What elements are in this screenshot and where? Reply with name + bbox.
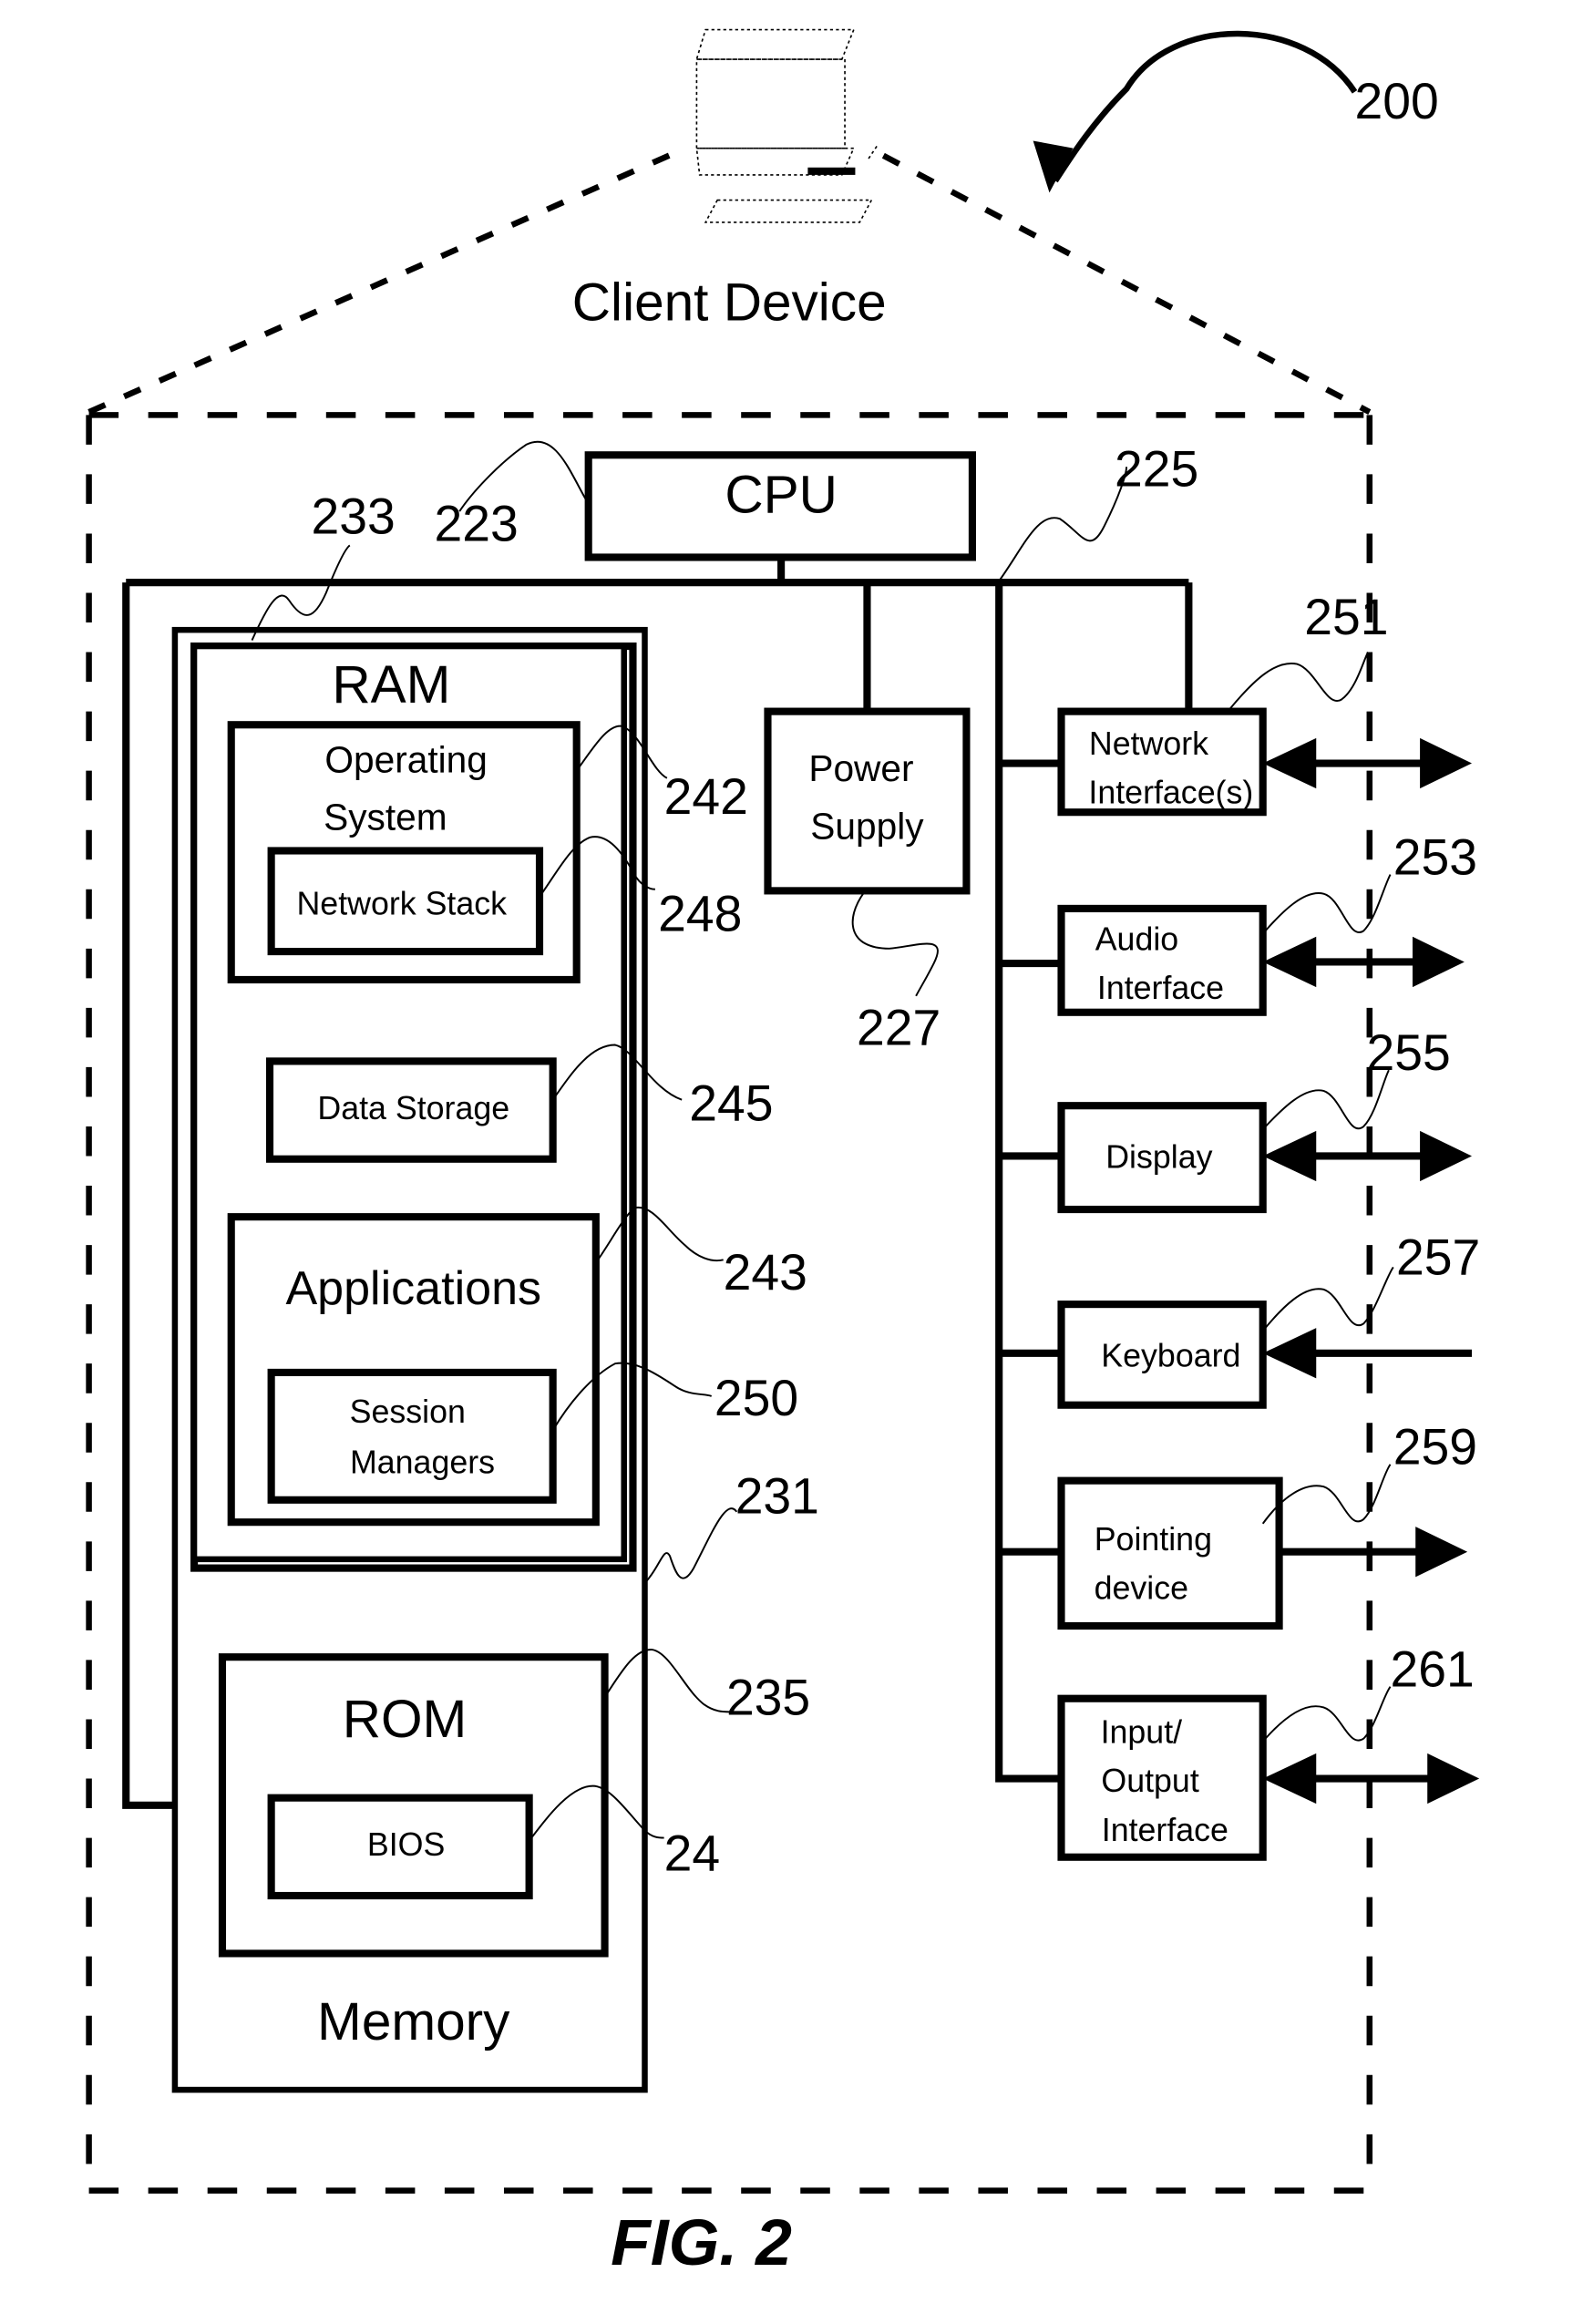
- leader-231: [643, 1507, 738, 1584]
- power-supply-block: Power Supply: [764, 707, 971, 895]
- os-label-line2: System: [324, 797, 447, 838]
- ref-233: 233: [312, 488, 396, 544]
- applications-label: Applications: [285, 1262, 541, 1315]
- client-device-diagram: 200 Client Device CPU 223 225 Memory 231…: [86, 28, 1480, 2279]
- ref-261: 261: [1391, 1641, 1475, 1698]
- os-label-line1: Operating: [324, 738, 487, 780]
- pointing-device-arrow: [1279, 1527, 1468, 1578]
- ref-253: 253: [1393, 829, 1477, 886]
- io-interface-block: Input/ Output Interface: [1057, 1694, 1267, 1861]
- power-supply-label-line2: Supply: [810, 805, 924, 847]
- leader-233: [251, 544, 351, 641]
- ref-245: 245: [689, 1075, 773, 1131]
- display-block: Display: [1057, 1102, 1267, 1214]
- io-interface-label-line3: Interface: [1102, 1812, 1228, 1848]
- network-interface-label-line1: Network: [1089, 725, 1208, 762]
- display-label: Display: [1105, 1139, 1212, 1176]
- ref-251: 251: [1304, 589, 1388, 645]
- cpu-label: CPU: [725, 466, 838, 525]
- rom-label: ROM: [343, 1690, 468, 1749]
- figure-caption: FIG. 2: [611, 2206, 792, 2279]
- audio-interface-block: Audio Interface: [1057, 904, 1267, 1016]
- pointing-device-label-line1: Pointing: [1095, 1521, 1212, 1558]
- pointing-device-block: Pointing device: [1057, 1476, 1283, 1630]
- ref-248: 248: [658, 885, 742, 941]
- network-stack-block: Network Stack: [267, 847, 544, 956]
- figure-ref-200: 200: [1355, 73, 1439, 129]
- power-supply-label-line1: Power: [808, 747, 913, 789]
- ref-231: 231: [735, 1467, 819, 1524]
- ref-225: 225: [1115, 440, 1198, 497]
- bios-block: BIOS: [267, 1794, 533, 1900]
- cpu-block: CPU: [584, 451, 976, 561]
- client-device-title: Client Device: [572, 273, 887, 332]
- keyboard-block: Keyboard: [1057, 1301, 1267, 1409]
- io-interface-label-line2: Output: [1101, 1763, 1198, 1799]
- bios-label: BIOS: [367, 1826, 445, 1863]
- ram-label: RAM: [332, 655, 450, 715]
- session-managers-block: Session Managers: [267, 1368, 557, 1504]
- ref-24: 24: [664, 1825, 721, 1881]
- io-interface-label-line1: Input/: [1101, 1714, 1183, 1751]
- keyboard-label: Keyboard: [1101, 1337, 1240, 1373]
- reference-arrow-200: [1033, 30, 1358, 193]
- audio-interface-label-line1: Audio: [1095, 920, 1178, 957]
- leader-225: [998, 467, 1128, 582]
- network-interface-block: Network Interface(s): [1057, 707, 1267, 817]
- session-managers-label-line1: Session: [350, 1393, 466, 1430]
- audio-interface-arrow: [1262, 936, 1465, 988]
- ref-243: 243: [724, 1244, 807, 1301]
- network-stack-label: Network Stack: [296, 885, 507, 921]
- ref-227: 227: [857, 1000, 941, 1056]
- ref-255: 255: [1367, 1024, 1451, 1081]
- memory-label: Memory: [317, 1992, 510, 2051]
- audio-interface-label-line2: Interface: [1097, 970, 1224, 1006]
- data-storage-label: Data Storage: [317, 1090, 509, 1126]
- pointing-device-label-line2: device: [1095, 1570, 1188, 1607]
- computer-icon: [695, 28, 879, 223]
- ref-242: 242: [664, 768, 748, 825]
- ref-250: 250: [714, 1370, 798, 1426]
- network-interface-label-line2: Interface(s): [1088, 774, 1253, 810]
- ref-223: 223: [435, 496, 519, 552]
- ref-257: 257: [1396, 1229, 1480, 1286]
- leader-227: [851, 891, 939, 997]
- ref-235: 235: [726, 1670, 810, 1726]
- data-storage-block: Data Storage: [265, 1057, 557, 1163]
- session-managers-label-line2: Managers: [350, 1445, 495, 1481]
- leader-257: [1261, 1266, 1394, 1332]
- leader-251: [1229, 652, 1370, 709]
- ref-259: 259: [1393, 1419, 1477, 1476]
